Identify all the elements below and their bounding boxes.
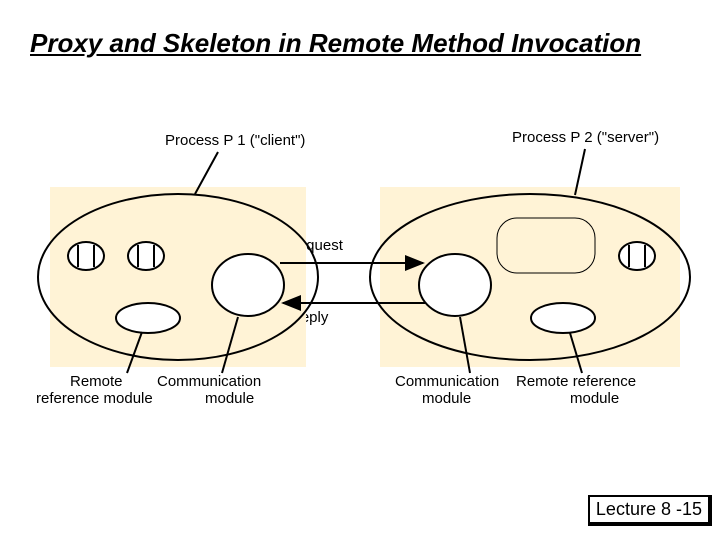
diagram-stage: Process P 1 ("client") Process P 2 ("ser… xyxy=(0,0,720,540)
comm-client-oval xyxy=(212,254,284,316)
object-a-oval xyxy=(68,242,104,270)
proxy-b-oval xyxy=(128,242,164,270)
remote-ref-server-oval xyxy=(531,303,595,333)
lecture-badge: Lecture 8 -15 xyxy=(588,495,712,526)
remote-obj-b-oval xyxy=(619,242,655,270)
remote-ref-client-oval xyxy=(116,303,180,333)
comm-server-oval xyxy=(419,254,491,316)
diagram-svg xyxy=(0,0,720,540)
